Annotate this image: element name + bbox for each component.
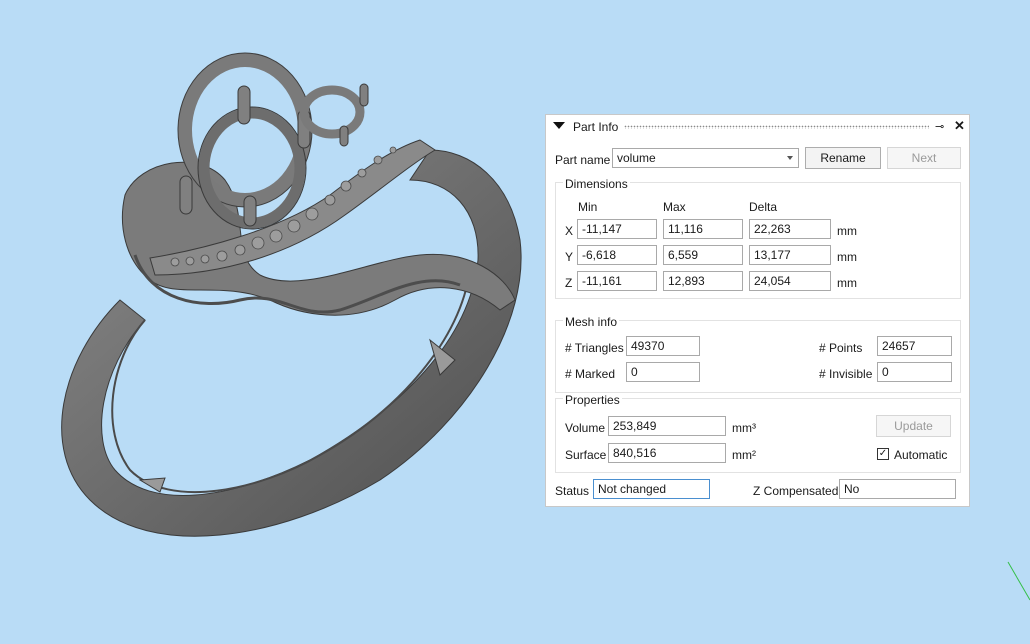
points-field[interactable]: 24657: [877, 336, 952, 356]
prong: [359, 83, 369, 107]
z-compensated-field[interactable]: No: [839, 479, 956, 499]
dimensions-title: Dimensions: [563, 177, 630, 191]
close-icon[interactable]: ✕: [954, 118, 965, 134]
properties-title: Properties: [563, 393, 622, 407]
x-max-field[interactable]: 11,116: [663, 219, 743, 239]
surface-unit: mm²: [732, 448, 756, 462]
x-delta-field[interactable]: 22,263: [749, 219, 831, 239]
y-min-field[interactable]: -6,618: [577, 245, 657, 265]
drag-grip[interactable]: [624, 125, 929, 129]
part-info-panel: Part Info ⊸ ✕ Part name volume Rename Ne…: [545, 114, 970, 507]
volume-label: Volume: [565, 421, 606, 435]
part-name-select[interactable]: volume: [612, 148, 799, 168]
axis-x-label: X: [565, 224, 574, 238]
triangles-field[interactable]: 49370: [626, 336, 700, 356]
col-delta-header: Delta: [749, 200, 778, 214]
panel-titlebar[interactable]: Part Info ⊸ ✕: [546, 115, 969, 137]
volume-unit: mm³: [732, 421, 756, 435]
surface-label: Surface: [565, 448, 607, 462]
y-max-field[interactable]: 6,559: [663, 245, 743, 265]
chevron-down-icon: [787, 156, 793, 160]
side-setting: [299, 85, 365, 139]
col-min-header: Min: [578, 200, 598, 214]
y-delta-field[interactable]: 13,177: [749, 245, 831, 265]
axis-z-label: Z: [565, 276, 573, 290]
z-max-field[interactable]: 12,893: [663, 271, 743, 291]
mesh-info-title: Mesh info: [563, 315, 620, 329]
status-field[interactable]: Not changed: [593, 479, 710, 499]
part-name-label: Part name: [555, 153, 611, 167]
update-button[interactable]: Update: [876, 415, 951, 437]
invisible-label: # Invisible: [819, 367, 873, 381]
next-button[interactable]: Next: [887, 147, 961, 169]
col-max-header: Max: [663, 200, 686, 214]
prong: [237, 85, 251, 125]
ring-model[interactable]: [61, 52, 522, 537]
prong: [339, 125, 349, 147]
z-min-field[interactable]: -11,161: [577, 271, 657, 291]
z-unit: mm: [837, 276, 857, 290]
points-label: # Points: [819, 341, 863, 355]
triangles-label: # Triangles: [565, 341, 624, 355]
mesh-info-group: [555, 320, 961, 393]
pin-icon[interactable]: ⊸: [935, 120, 944, 133]
marked-field[interactable]: 0: [626, 362, 700, 382]
marked-label: # Marked: [565, 367, 616, 381]
automatic-label: Automatic: [894, 448, 948, 462]
status-label: Status: [555, 484, 590, 498]
axis-y-label: Y: [565, 250, 574, 264]
automatic-checkbox[interactable]: [877, 448, 889, 460]
surface-field[interactable]: 840,516: [608, 443, 726, 463]
axis-gizmo: [1007, 561, 1030, 601]
collapse-arrow-icon[interactable]: [553, 122, 565, 129]
panel-title: Part Info: [573, 120, 619, 134]
z-compensated-label: Z Compensated: [753, 484, 839, 498]
part-name-value: volume: [617, 151, 656, 165]
prong: [243, 195, 257, 227]
invisible-field[interactable]: 0: [877, 362, 952, 382]
x-min-field[interactable]: -11,147: [577, 219, 657, 239]
rename-button[interactable]: Rename: [805, 147, 881, 169]
z-delta-field[interactable]: 24,054: [749, 271, 831, 291]
x-unit: mm: [837, 224, 857, 238]
prong: [179, 175, 193, 215]
y-unit: mm: [837, 250, 857, 264]
volume-field[interactable]: 253,849: [608, 416, 726, 436]
